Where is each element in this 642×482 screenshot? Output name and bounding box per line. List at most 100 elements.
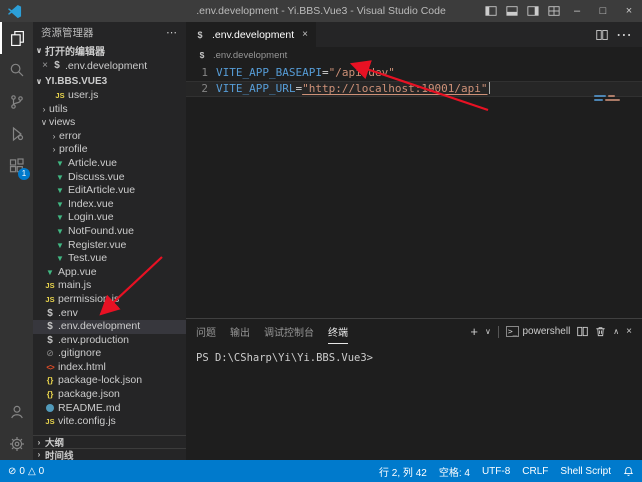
vue-file-icon: ▼: [54, 211, 66, 225]
errors-warnings[interactable]: ⊘ 0 △ 0: [8, 466, 44, 477]
tree-item-views[interactable]: ∨ views: [33, 116, 186, 130]
close-panel-icon[interactable]: ×: [626, 326, 632, 337]
sidebar-section-大纲[interactable]: › 大纲: [33, 436, 186, 448]
terminal-dropdown-icon[interactable]: ∨: [485, 327, 491, 336]
customize-layout-icon[interactable]: [543, 0, 564, 22]
bottom-panel: 问题 输出 调试控制台 终端 + ∨ >_ powershell ∧ ×: [186, 318, 642, 460]
search-icon[interactable]: [0, 54, 33, 86]
panel-tabs: 问题 输出 调试控制台 终端: [196, 319, 348, 344]
minimize-button[interactable]: –: [564, 0, 590, 22]
tree-item-Index.vue[interactable]: ▼ Index.vue: [33, 198, 186, 212]
env-file-icon: $: [44, 334, 56, 348]
tree-item-Test.vue[interactable]: ▼ Test.vue: [33, 252, 186, 266]
terminal-output[interactable]: PS D:\CSharp\Yi\Yi.BBS.Vue3>: [186, 344, 642, 372]
panel-tab-问题[interactable]: 问题: [196, 319, 216, 344]
json-file-icon: {}: [44, 388, 56, 402]
tree-item-label: Article.vue: [68, 157, 117, 171]
cursor-position[interactable]: 行 2, 列 42: [379, 464, 427, 479]
language-mode[interactable]: Shell Script: [560, 466, 611, 477]
split-terminal-icon[interactable]: [577, 326, 588, 337]
explorer-sidebar: 资源管理器 ⋯ ∨ 打开的编辑器 × $ .env.development ∨ …: [33, 22, 186, 460]
chevron-down-icon: ∨: [33, 77, 45, 86]
extensions-icon[interactable]: 1: [0, 150, 33, 182]
json-file-icon: {}: [44, 374, 56, 388]
code-line-2[interactable]: 2 VITE_APP_URL="http://localhost:19001/a…: [186, 81, 642, 97]
source-control-icon[interactable]: [0, 86, 33, 118]
tree-item-.env.production[interactable]: $ .env.production: [33, 334, 186, 348]
tree-item-Login.vue[interactable]: ▼ Login.vue: [33, 211, 186, 225]
vue-file-icon: ▼: [54, 184, 66, 198]
tab-env-development[interactable]: $ .env.development ×: [186, 22, 316, 47]
tree-item-label: profile: [59, 143, 88, 157]
js-file-icon: JS: [44, 279, 56, 293]
settings-gear-icon[interactable]: [0, 428, 33, 460]
maximize-panel-icon[interactable]: ∧: [613, 327, 619, 336]
tree-item-package.json[interactable]: {} package.json: [33, 388, 186, 402]
chevron-down-icon: ∨: [39, 116, 49, 130]
account-icon[interactable]: [0, 396, 33, 428]
tree-item-Discuss.vue[interactable]: ▼ Discuss.vue: [33, 171, 186, 185]
toggle-sidebar-icon[interactable]: [480, 0, 501, 22]
tree-item-index.html[interactable]: <> index.html: [33, 361, 186, 375]
more-actions-icon[interactable]: ⋯: [166, 26, 178, 39]
minimap[interactable]: [594, 95, 626, 103]
tree-item-EditArticle.vue[interactable]: ▼ EditArticle.vue: [33, 184, 186, 198]
editor-more-actions-icon[interactable]: ⋯: [616, 25, 632, 45]
vue-file-icon: ▼: [54, 239, 66, 253]
tree-item-Register.vue[interactable]: ▼ Register.vue: [33, 239, 186, 253]
terminal-instance-powershell[interactable]: >_ powershell: [506, 326, 570, 337]
panel-tab-终端[interactable]: 终端: [328, 319, 348, 344]
panel-tab-输出[interactable]: 输出: [230, 319, 250, 344]
tree-item-utils[interactable]: › utils: [33, 103, 186, 117]
panel-tab-调试控制台[interactable]: 调试控制台: [264, 319, 314, 344]
tree-item-NotFound.vue[interactable]: ▼ NotFound.vue: [33, 225, 186, 239]
url-link[interactable]: "http://localhost:19001/api": [302, 82, 487, 95]
open-editors-header[interactable]: ∨ 打开的编辑器: [33, 42, 186, 58]
toggle-panel-icon[interactable]: [501, 0, 522, 22]
eol-sequence[interactable]: CRLF: [522, 466, 548, 477]
split-editor-icon[interactable]: [596, 29, 608, 41]
close-tab-icon[interactable]: ×: [302, 29, 308, 40]
tree-item-vite.config.js[interactable]: JS vite.config.js: [33, 415, 186, 429]
tree-item-label: index.html: [58, 361, 106, 375]
maximize-button[interactable]: □: [590, 0, 616, 22]
notifications-bell-icon[interactable]: [623, 466, 634, 477]
editor-group: $ .env.development × ⋯ $ .env.developmen…: [186, 22, 642, 318]
line-number: 1: [186, 65, 208, 81]
encoding[interactable]: UTF-8: [482, 466, 510, 477]
tree-item-.env[interactable]: $ .env: [33, 307, 186, 321]
kill-terminal-icon[interactable]: [595, 326, 606, 337]
tree-item-error[interactable]: › error: [33, 130, 186, 144]
tree-item-permission.js[interactable]: JS permission.js: [33, 293, 186, 307]
tree-item-App.vue[interactable]: ▼ App.vue: [33, 266, 186, 280]
tree-item-profile[interactable]: › profile: [33, 143, 186, 157]
run-debug-icon[interactable]: [0, 118, 33, 150]
tree-item-label: user.js: [68, 89, 98, 103]
toggle-secondary-sidebar-icon[interactable]: [522, 0, 543, 22]
md-file-icon: [46, 404, 54, 412]
tree-item-README.md[interactable]: README.md: [33, 402, 186, 416]
project-root-header[interactable]: ∨ YI.BBS.VUE3: [33, 73, 186, 89]
env-file-icon: $: [44, 320, 56, 334]
warning-icon: △: [28, 466, 36, 477]
code-line-1[interactable]: 1 VITE_APP_BASEAPI="/api-dev": [186, 65, 642, 81]
tree-item-label: error: [59, 130, 81, 144]
tree-item-.gitignore[interactable]: ⊘ .gitignore: [33, 347, 186, 361]
tree-item-label: App.vue: [58, 266, 97, 280]
tree-item-label: vite.config.js: [58, 415, 116, 429]
tree-item-package-lock.json[interactable]: {} package-lock.json: [33, 374, 186, 388]
tree-item-Article.vue[interactable]: ▼ Article.vue: [33, 157, 186, 171]
tree-item-label: NotFound.vue: [68, 225, 134, 239]
tree-item-main.js[interactable]: JS main.js: [33, 279, 186, 293]
close-window-button[interactable]: ×: [616, 0, 642, 22]
breadcrumb[interactable]: $ .env.development: [186, 47, 642, 63]
sidebar-section-时间线[interactable]: › 时间线: [33, 448, 186, 460]
close-icon[interactable]: ×: [39, 60, 51, 71]
new-terminal-icon[interactable]: +: [470, 324, 478, 339]
indentation[interactable]: 空格: 4: [439, 464, 470, 479]
tree-item-user.js[interactable]: JS user.js: [33, 89, 186, 103]
tree-item-.env.development[interactable]: $ .env.development: [33, 320, 186, 334]
open-editor-item[interactable]: × $ .env.development: [33, 58, 186, 73]
explorer-icon[interactable]: [0, 22, 33, 54]
chevron-down-icon: ∨: [33, 46, 45, 55]
